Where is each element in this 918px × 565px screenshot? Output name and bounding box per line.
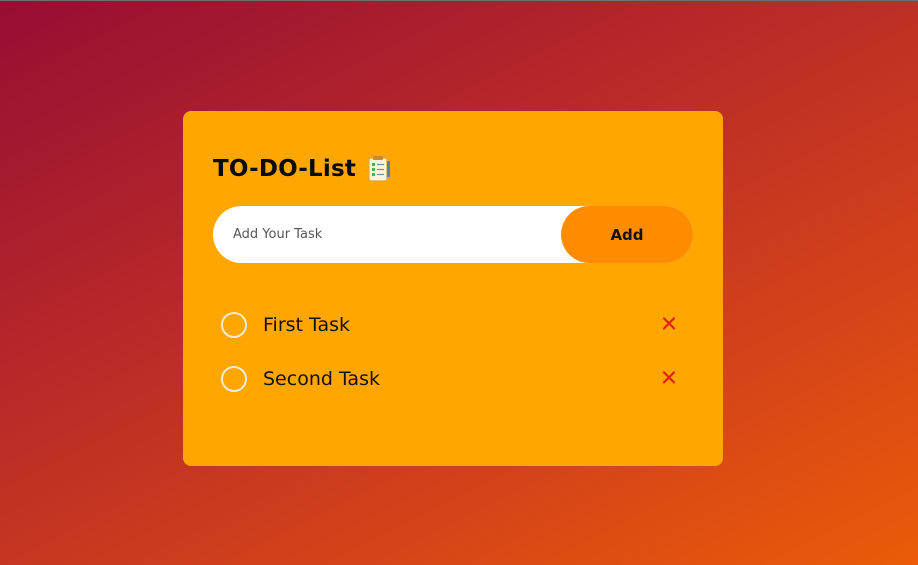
list-item[interactable]: First Task [221, 298, 691, 352]
close-icon[interactable] [661, 369, 677, 385]
task-label: First Task [263, 314, 351, 336]
title-row: TO-DO-List [213, 151, 391, 187]
app-title: TO-DO-List [213, 156, 357, 182]
window-top-border [0, 0, 918, 1]
close-icon[interactable] [661, 315, 677, 331]
add-task-row: Add [213, 206, 693, 263]
todo-card: TO-DO-List Add First Task [183, 111, 723, 466]
task-label: Second Task [263, 368, 380, 390]
task-input[interactable] [233, 206, 553, 263]
add-button[interactable]: Add [561, 206, 693, 263]
task-checkbox[interactable] [221, 312, 247, 338]
list-item[interactable]: Second Task [221, 352, 691, 406]
task-list: First Task Second Task [221, 298, 691, 406]
notepad-icon [367, 155, 391, 183]
task-checkbox[interactable] [221, 366, 247, 392]
